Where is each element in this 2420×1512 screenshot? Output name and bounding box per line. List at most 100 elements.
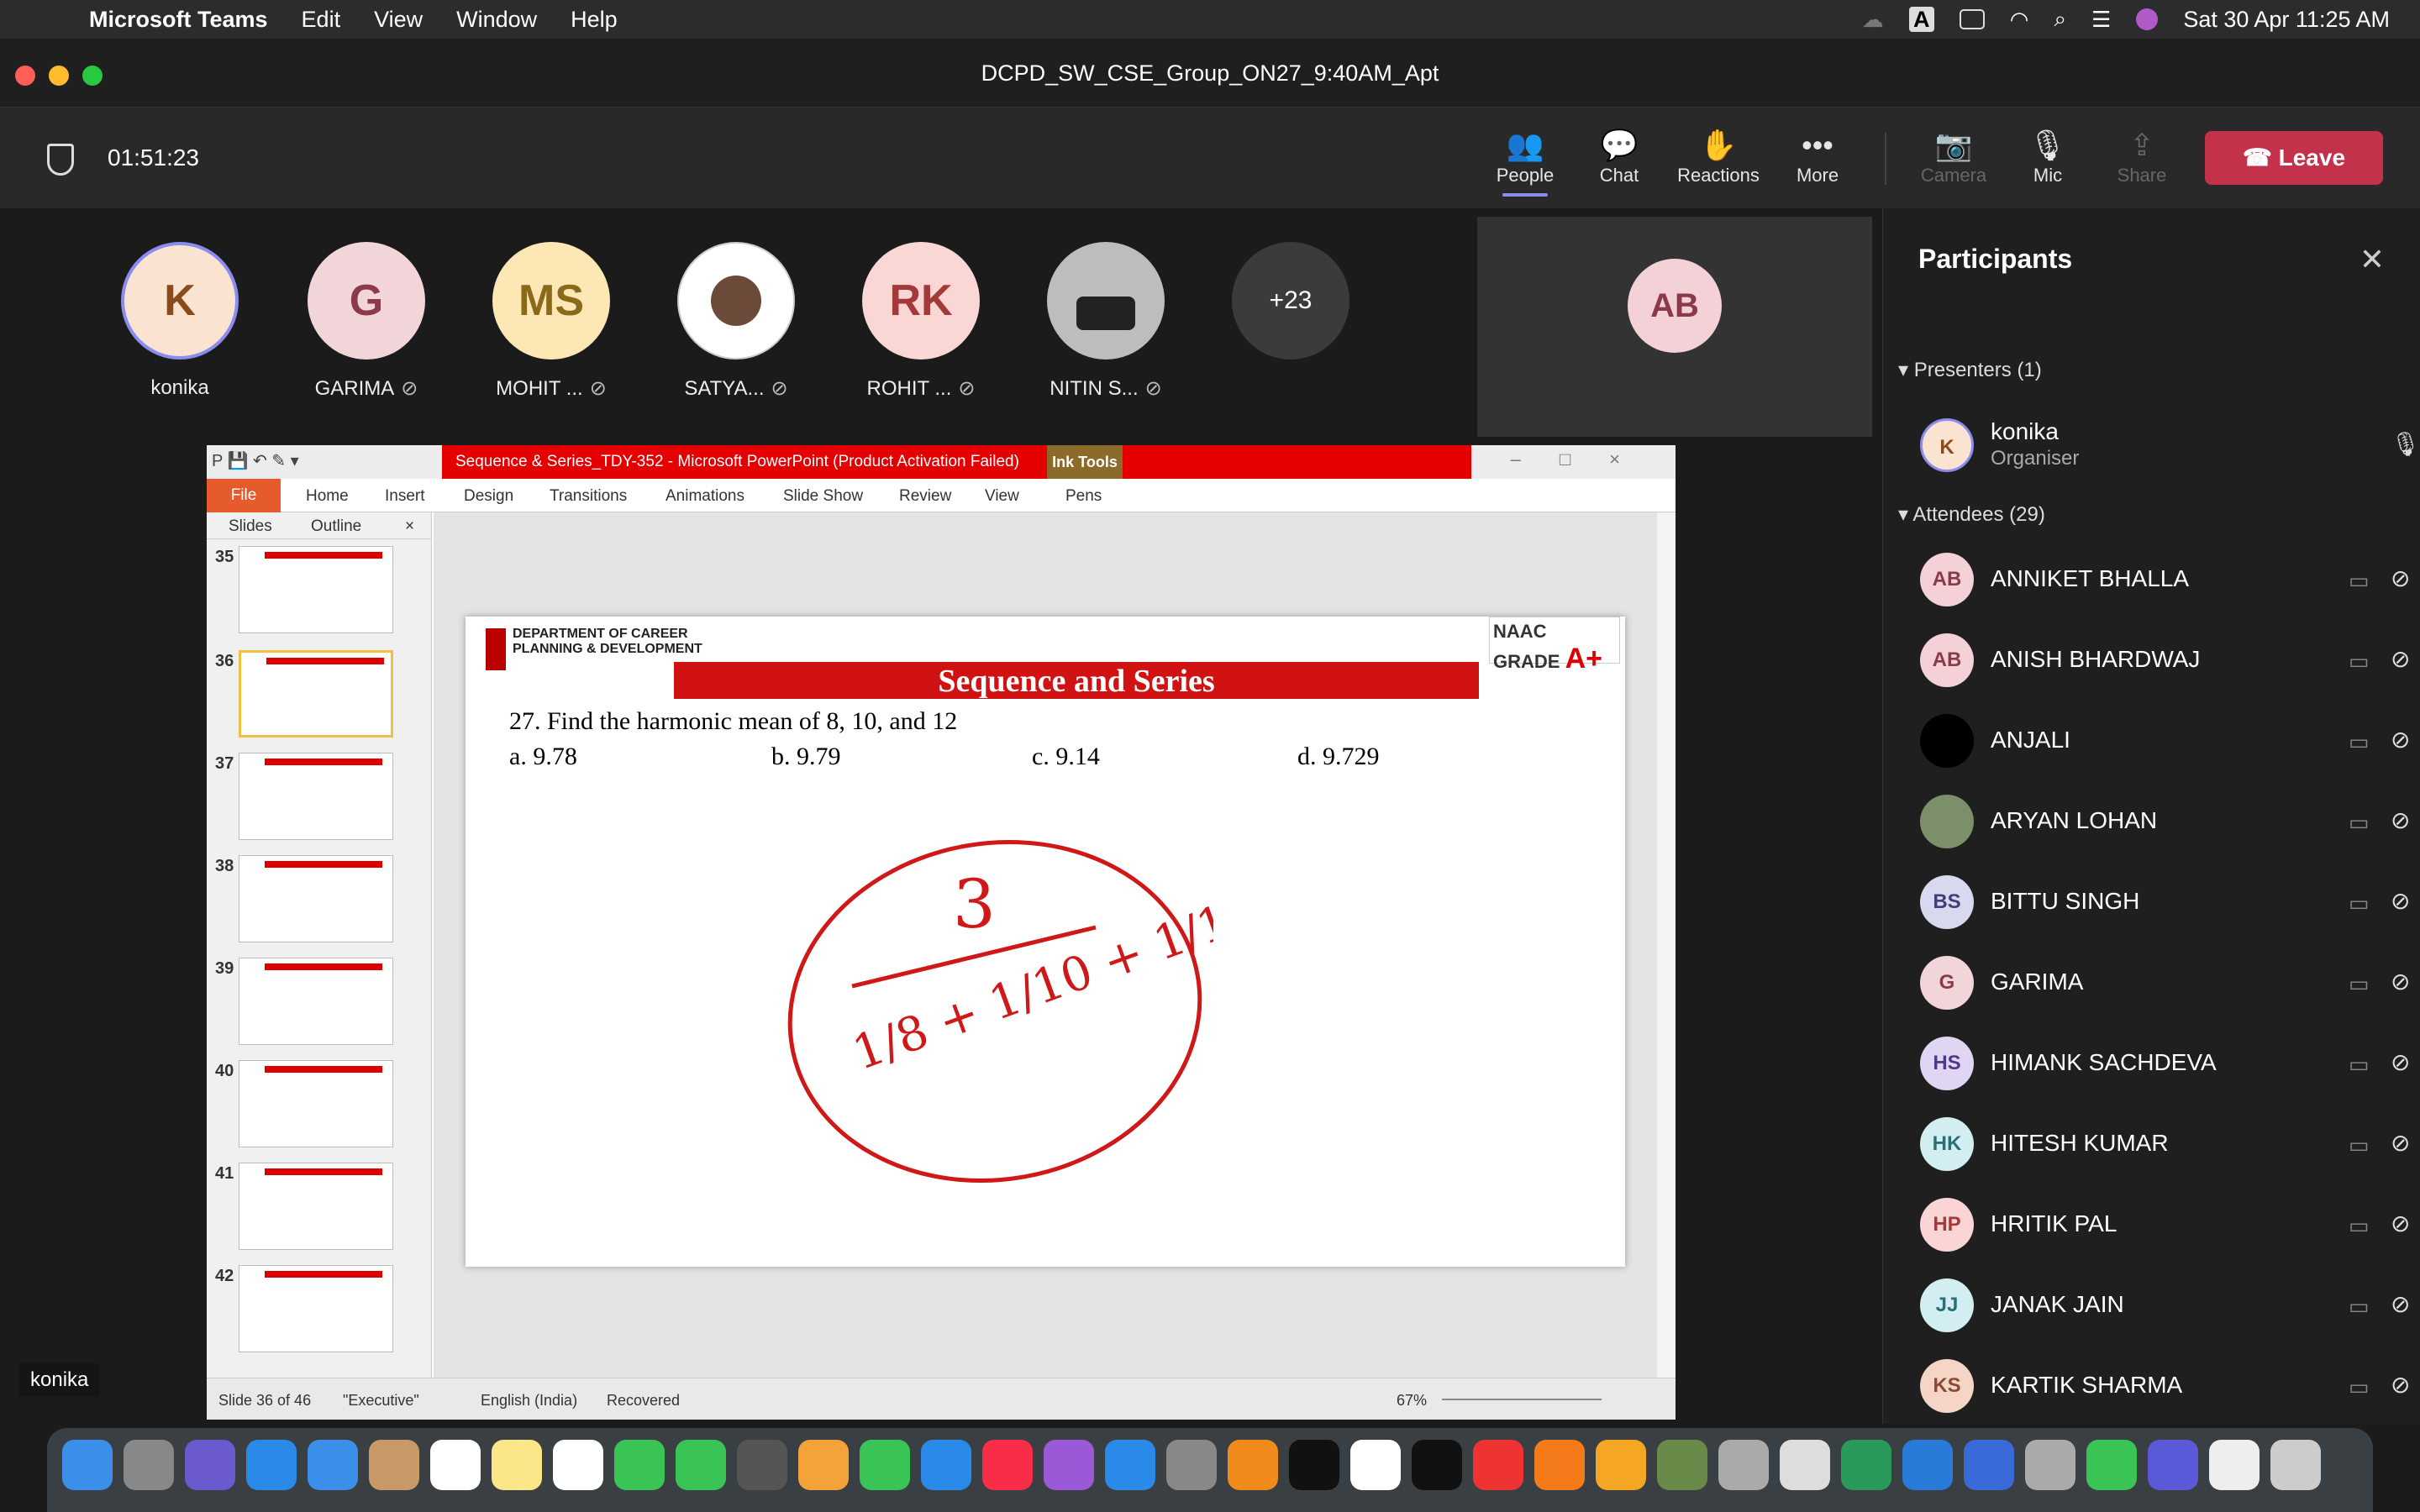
video-tile[interactable]: AB	[1477, 217, 1872, 437]
slide-canvas[interactable]: DEPARTMENT OF CAREER PLANNING & DEVELOPM…	[466, 617, 1625, 1267]
podcasts-icon[interactable]	[1044, 1440, 1094, 1490]
menu-window[interactable]: Window	[456, 7, 537, 33]
attendee-row[interactable]: KS KARTIK SHARMA ▭ ⊘	[1920, 1351, 2410, 1418]
app-menu[interactable]: Microsoft Teams	[89, 7, 268, 33]
clock-text[interactable]: Sat 30 Apr 11:25 AM	[2183, 7, 2390, 33]
language[interactable]: English (India)	[481, 1392, 577, 1410]
files-icon[interactable]	[1780, 1440, 1830, 1490]
attendee-row[interactable]: ARYAN LOHAN ▭ ⊘	[1920, 786, 2410, 853]
launchpad-icon[interactable]	[124, 1440, 174, 1490]
mysql-icon[interactable]	[1964, 1440, 2014, 1490]
slide-thumbnail[interactable]	[239, 546, 393, 633]
vlc-icon[interactable]	[1228, 1440, 1278, 1490]
reminders-icon[interactable]	[553, 1440, 603, 1490]
anydesk-icon[interactable]	[1473, 1440, 1523, 1490]
keynote-icon[interactable]	[921, 1440, 971, 1490]
spotlight-icon[interactable]: ⌕	[2054, 6, 2066, 33]
preview-icon[interactable]	[2025, 1440, 2075, 1490]
tab-review[interactable]: Review	[899, 487, 951, 506]
mail-icon[interactable]	[308, 1440, 358, 1490]
input-source-icon[interactable]: A	[1908, 7, 1934, 32]
facetime-icon[interactable]	[676, 1440, 726, 1490]
tab-animations[interactable]: Animations	[666, 487, 744, 506]
menu-view[interactable]: View	[374, 7, 423, 33]
whatsapp-icon[interactable]	[2086, 1440, 2137, 1490]
chat-button[interactable]: 💬 Chat	[1573, 126, 1665, 186]
presenter-row[interactable]: K konika Organiser 🎙	[1920, 410, 2420, 477]
quick-access-toolbar[interactable]: P 💾 ↶ ✎ ▾	[212, 450, 299, 471]
participant-tile[interactable]: MS MOHIT ... ⊘	[476, 242, 627, 401]
attendee-row[interactable]: HK HITESH KUMAR ▭ ⊘	[1920, 1109, 2410, 1176]
more-button[interactable]: ••• More	[1771, 126, 1864, 186]
leave-button[interactable]: ☎ Leave	[2205, 131, 2383, 185]
close-icon[interactable]: ×	[405, 517, 414, 536]
minimize-window-button[interactable]	[49, 66, 69, 86]
menu-edit[interactable]: Edit	[302, 7, 341, 33]
messages-icon[interactable]	[614, 1440, 665, 1490]
close-window-button[interactable]	[15, 66, 35, 86]
slide-thumbnail[interactable]	[239, 958, 393, 1045]
slide-thumbnail[interactable]	[239, 1265, 393, 1352]
attendee-row[interactable]: ANJALI ▭ ⊘	[1920, 706, 2410, 773]
attendee-row[interactable]: AB ANNIKET BHALLA ▭ ⊘	[1920, 544, 2410, 612]
tab-home[interactable]: Home	[306, 487, 349, 506]
tab-slide-show[interactable]: Slide Show	[783, 487, 863, 506]
settings-icon[interactable]	[1166, 1440, 1217, 1490]
numbers-icon[interactable]	[860, 1440, 910, 1490]
tab-slides[interactable]: Slides	[229, 517, 272, 536]
people-button[interactable]: 👥 People	[1479, 126, 1571, 197]
vertical-scrollbar[interactable]	[1657, 512, 1676, 1378]
pycharm-icon[interactable]	[1841, 1440, 1891, 1490]
attendees-section-header[interactable]: ▾ Attendees (29)	[1898, 502, 2045, 527]
participant-tile[interactable]: SATYA... ⊘	[660, 242, 812, 401]
zoom-level[interactable]: 67%	[1397, 1392, 1427, 1410]
slide-thumbnail[interactable]	[239, 753, 393, 840]
chrome-icon[interactable]	[1350, 1440, 1401, 1490]
contacts-icon[interactable]	[369, 1440, 419, 1490]
attendee-row[interactable]: HS HIMANK SACHDEVA ▭ ⊘	[1920, 1028, 2410, 1095]
calculator-icon[interactable]	[737, 1440, 787, 1490]
preferences-icon[interactable]	[1718, 1440, 1769, 1490]
attendee-row[interactable]: HP HRITIK PAL ▭ ⊘	[1920, 1189, 2410, 1257]
tab-pens[interactable]: Pens	[1065, 487, 1102, 506]
more-participants-button[interactable]: +23	[1232, 242, 1349, 360]
wifi-icon[interactable]: ◠	[2010, 7, 2029, 33]
activity-icon[interactable]	[1412, 1440, 1462, 1490]
cloud-icon[interactable]: ☁	[1862, 7, 1884, 33]
crown-icon[interactable]	[1657, 1440, 1707, 1490]
attendee-row[interactable]: BS BITTU SINGH ▭ ⊘	[1920, 867, 2410, 934]
share-button[interactable]: ⇪ Share	[2096, 126, 2188, 186]
tab-insert[interactable]: Insert	[385, 487, 425, 506]
vscode-icon[interactable]	[1902, 1440, 1953, 1490]
tab-view[interactable]: View	[985, 487, 1019, 506]
presenters-section-header[interactable]: ▾ Presenters (1)	[1898, 358, 2042, 382]
control-center-icon[interactable]: ☰	[2091, 7, 2111, 33]
siri-icon[interactable]	[2136, 8, 2159, 30]
app-store-icon[interactable]	[1105, 1440, 1155, 1490]
slide-thumbnail[interactable]	[239, 1163, 393, 1250]
tab-outline[interactable]: Outline	[311, 517, 361, 536]
tab-design[interactable]: Design	[464, 487, 513, 506]
window-controls[interactable]: –□×	[1511, 449, 1659, 470]
notes-icon[interactable]	[492, 1440, 542, 1490]
finder-icon[interactable]	[62, 1440, 113, 1490]
reactions-button[interactable]: ✋ Reactions	[1672, 126, 1765, 186]
teams-icon[interactable]	[2148, 1440, 2198, 1490]
attendee-row[interactable]: AB ANISH BHARDWAJ ▭ ⊘	[1920, 625, 2410, 692]
slide-thumbnail[interactable]	[239, 1060, 393, 1147]
siri-icon[interactable]	[185, 1440, 235, 1490]
participant-tile[interactable]: K konika	[104, 242, 255, 400]
attendee-row[interactable]: G GARIMA ▭ ⊘	[1920, 948, 2410, 1015]
tab-transitions[interactable]: Transitions	[550, 487, 627, 506]
music-icon[interactable]	[982, 1440, 1033, 1490]
document-icon[interactable]	[2209, 1440, 2260, 1490]
crunchyroll-icon[interactable]	[1596, 1440, 1646, 1490]
participant-tile[interactable]: G GARIMA ⊘	[291, 242, 442, 401]
slide-thumbnail[interactable]	[239, 855, 393, 942]
tab-file[interactable]: File	[207, 479, 281, 512]
slide-thumbnail-selected[interactable]	[239, 650, 393, 738]
battery-icon[interactable]	[1959, 9, 1985, 29]
terminal-icon[interactable]	[1289, 1440, 1339, 1490]
safari-icon[interactable]	[246, 1440, 297, 1490]
zoom-window-button[interactable]	[82, 66, 103, 86]
